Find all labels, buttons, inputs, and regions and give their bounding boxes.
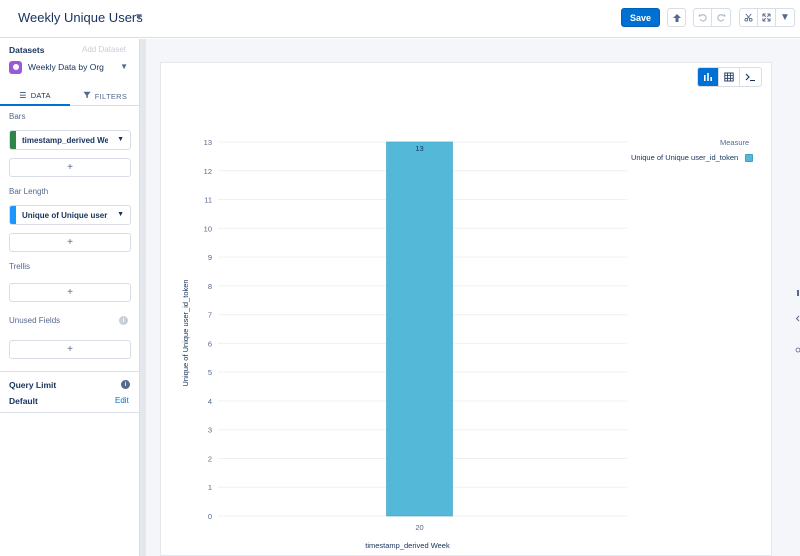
- field-panel: Datasets Add Dataset Weekly Data by Org …: [0, 39, 140, 556]
- tab-data[interactable]: ☰ DATA: [0, 86, 70, 106]
- tools-group: ▼: [739, 8, 795, 27]
- expand-icon[interactable]: [758, 9, 776, 26]
- add-trellis-button[interactable]: +: [9, 283, 131, 302]
- dataset-chevron-down-icon: ▼: [120, 62, 128, 71]
- undo-redo-group: [693, 8, 731, 27]
- view-toggle-group: [697, 67, 762, 87]
- redo-icon[interactable]: [712, 9, 730, 26]
- page-title[interactable]: Weekly Unique Users: [18, 10, 143, 25]
- legend-item[interactable]: Unique of Unique user_id_token: [631, 153, 754, 162]
- chart-canvas: [160, 62, 772, 556]
- query-limit-value: Default: [9, 396, 38, 406]
- chart-view-icon[interactable]: [698, 68, 719, 86]
- filter-icon: [83, 91, 91, 101]
- share-icon[interactable]: [667, 8, 686, 27]
- unused-fields-label: Unused Fields: [9, 316, 61, 325]
- legend-title: Measure: [720, 138, 750, 147]
- panel-tabs: ☰ DATA FILTERS: [0, 86, 140, 106]
- dataset-icon: [9, 60, 22, 74]
- legend-swatch: [745, 153, 754, 162]
- dataset-name: Weekly Data by Org: [28, 62, 104, 72]
- add-bar-length-button[interactable]: +: [9, 233, 131, 252]
- legend-item-label: Unique of Unique user_id_token: [631, 153, 739, 162]
- bar[interactable]: [386, 141, 453, 517]
- bar-length-field-pill[interactable]: Unique of Unique user_ ▼: [9, 205, 131, 225]
- save-button[interactable]: Save: [621, 8, 660, 27]
- add-bars-button[interactable]: +: [9, 158, 131, 177]
- divider: [0, 371, 140, 372]
- scissors-icon[interactable]: [740, 9, 758, 26]
- title-chevron-down-icon[interactable]: ▼: [134, 12, 144, 23]
- edit-query-limit-link[interactable]: Edit: [115, 396, 129, 405]
- tab-filters[interactable]: FILTERS: [70, 86, 140, 106]
- bars-field-name: timestamp_derived We: [22, 135, 108, 145]
- tab-filters-label: FILTERS: [94, 91, 128, 101]
- measure-stripe: [10, 206, 16, 224]
- unused-fields-info-icon[interactable]: i: [119, 316, 128, 325]
- query-limit-label: Query Limit: [9, 380, 57, 390]
- bars-chevron-down-icon[interactable]: ▼: [117, 136, 124, 143]
- divider: [0, 412, 140, 413]
- undo-icon[interactable]: [694, 9, 712, 26]
- bars-field-pill[interactable]: timestamp_derived We ▼: [9, 130, 131, 150]
- tab-data-label: DATA: [30, 90, 51, 100]
- dimension-stripe: [10, 131, 16, 149]
- trellis-label: Trellis: [9, 262, 31, 271]
- more-chevron-down-icon[interactable]: ▼: [776, 9, 794, 26]
- bar-length-chevron-down-icon[interactable]: ▼: [117, 211, 124, 218]
- dataset-selector[interactable]: Weekly Data by Org ▼: [9, 59, 131, 75]
- collapsed-panel-edge[interactable]: [795, 280, 800, 362]
- datasets-heading: Datasets: [9, 45, 45, 55]
- bars-label: Bars: [9, 112, 26, 121]
- top-toolbar: Weekly Unique Users ▼ Save ▼: [0, 0, 800, 38]
- query-editor-icon[interactable]: [740, 68, 761, 86]
- add-dataset-link[interactable]: Add Dataset: [82, 45, 126, 54]
- add-unused-field-button[interactable]: +: [9, 340, 131, 359]
- list-icon: ☰: [19, 90, 27, 100]
- query-limit-info-icon[interactable]: i: [121, 380, 130, 389]
- bar-length-field-name: Unique of Unique user_: [22, 210, 108, 220]
- bar-length-label: Bar Length: [9, 187, 49, 196]
- table-view-icon[interactable]: [719, 68, 740, 86]
